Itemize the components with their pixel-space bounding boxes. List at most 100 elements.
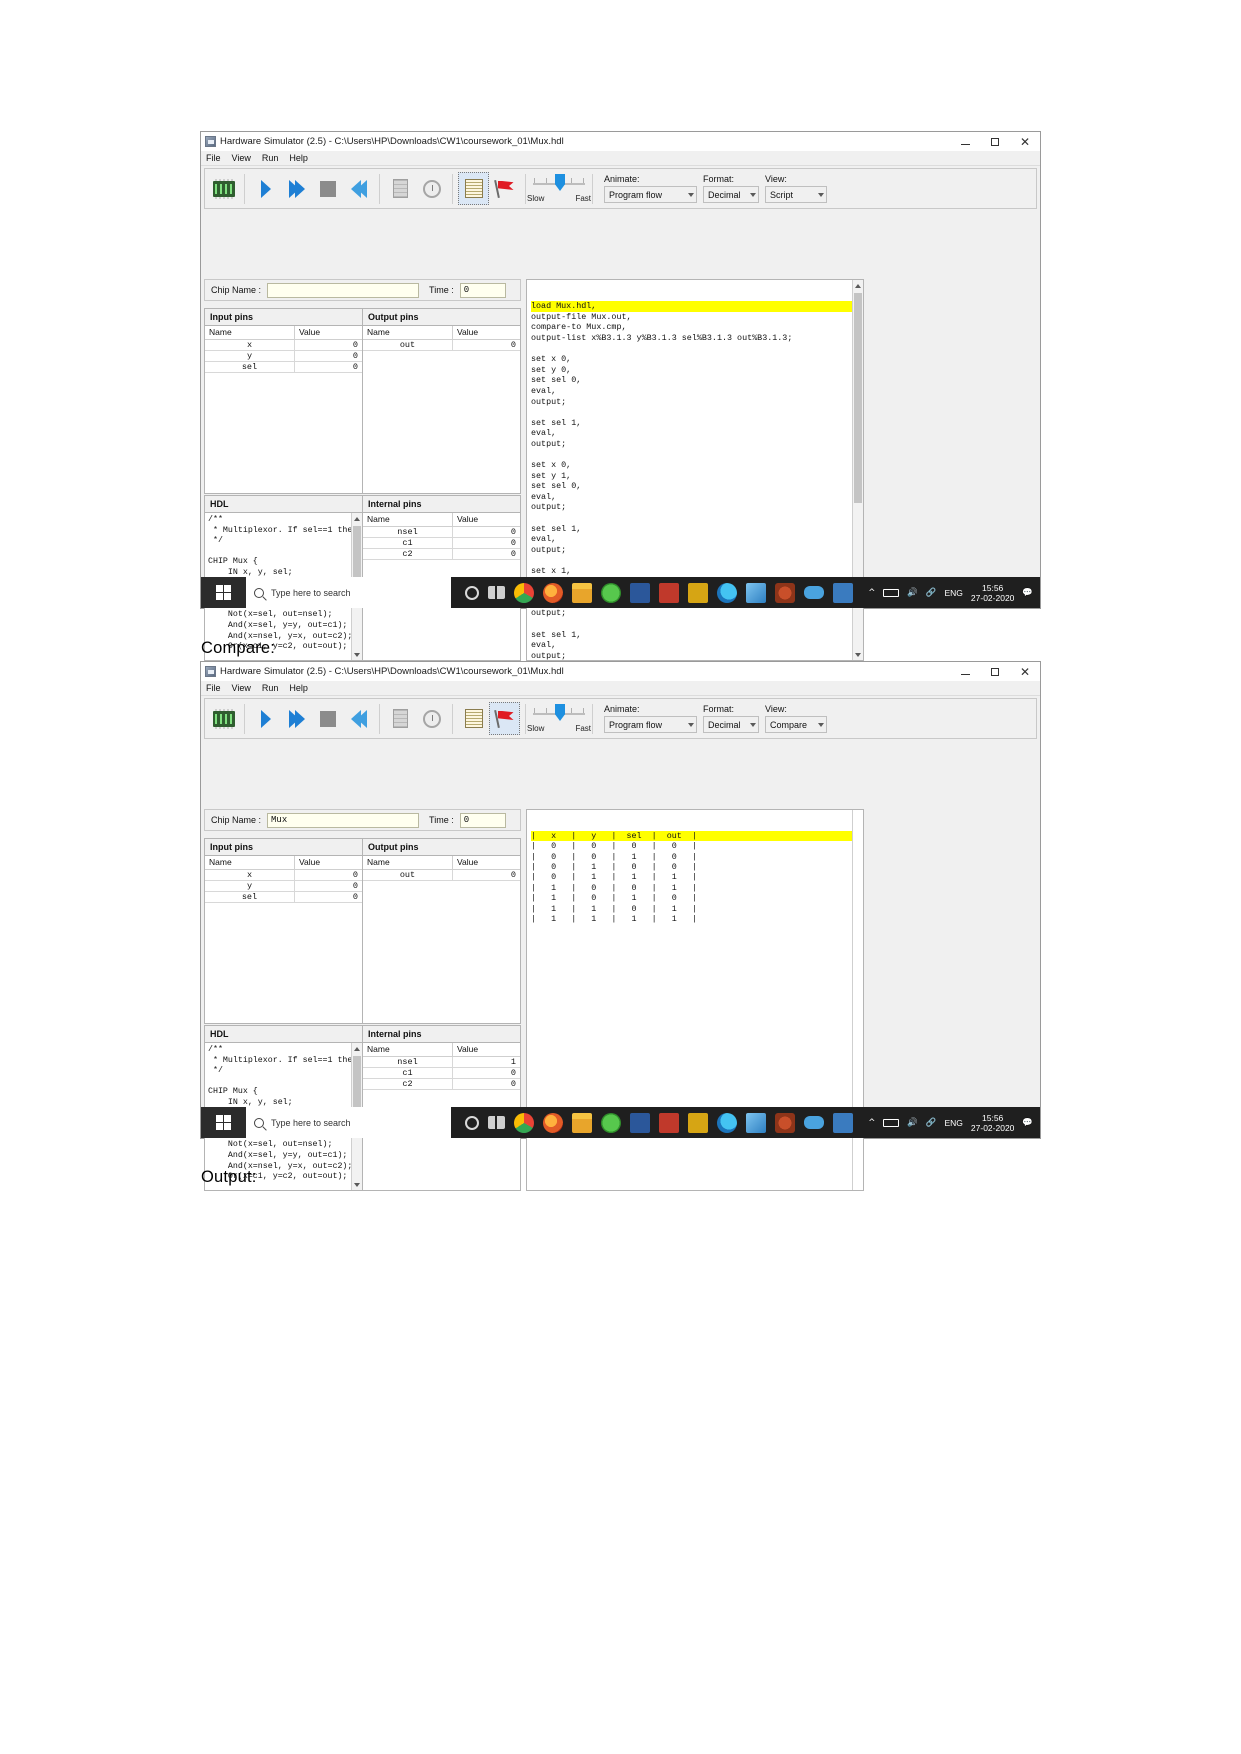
table-row[interactable]: x 0 — [205, 869, 362, 881]
animate-select[interactable]: Program flow — [604, 716, 697, 733]
table-row[interactable]: out 0 — [363, 339, 520, 351]
table-row[interactable]: y 0 — [205, 880, 362, 892]
window-1-titlebar[interactable]: Hardware Simulator (2.5) - C:\Users\HP\D… — [201, 132, 1040, 151]
chip-name-input[interactable] — [267, 282, 420, 298]
memory-button[interactable] — [385, 702, 416, 735]
single-step-button[interactable] — [250, 172, 281, 205]
table-row[interactable]: nsel 0 — [363, 526, 520, 538]
view-select[interactable]: Script — [765, 186, 827, 203]
format-select[interactable]: Decimal — [703, 186, 759, 203]
scroll-down-arrow[interactable] — [853, 649, 863, 660]
table-row[interactable]: y 0 — [205, 350, 362, 362]
adobe-icon[interactable] — [833, 1112, 853, 1133]
compare-table[interactable]: | x | y | sel | out | | 0 | 0 | 0 | 0 | |… — [527, 810, 863, 935]
taskbar-search[interactable]: Type here to search — [246, 1107, 451, 1138]
scroll-down-arrow[interactable] — [352, 1179, 362, 1190]
taskbar-clock[interactable]: 15:56 27-02-2020 — [971, 583, 1014, 603]
format-select[interactable]: Decimal — [703, 716, 759, 733]
pin-value[interactable]: 0 — [294, 880, 362, 892]
view-select[interactable]: Compare — [765, 716, 827, 733]
notifications-icon[interactable]: 💬 — [1022, 588, 1033, 598]
clock-button[interactable] — [416, 702, 447, 735]
scroll-down-arrow[interactable] — [352, 649, 362, 660]
scroll-thumb[interactable] — [854, 293, 862, 503]
script-view-button[interactable] — [458, 172, 489, 205]
settings-icon[interactable] — [775, 1112, 795, 1133]
edge-icon[interactable] — [717, 1112, 737, 1133]
run-button[interactable] — [281, 172, 312, 205]
firefox-icon[interactable] — [543, 1112, 563, 1133]
chrome-icon[interactable] — [514, 1112, 534, 1133]
minimize-button[interactable] — [950, 662, 980, 681]
pin-value[interactable]: 0 — [294, 339, 362, 351]
media-icon[interactable] — [659, 582, 679, 603]
table-row[interactable]: x 0 — [205, 339, 362, 351]
script-view-button[interactable] — [458, 702, 489, 735]
menu-view[interactable]: View — [232, 153, 251, 163]
speed-slider-knob[interactable] — [555, 704, 565, 721]
breakpoint-button[interactable] — [489, 172, 520, 205]
menu-run[interactable]: Run — [262, 153, 279, 163]
notifications-icon[interactable]: 💬 — [1022, 1118, 1033, 1128]
pin-value[interactable]: 0 — [294, 350, 362, 362]
maximize-button[interactable] — [980, 132, 1010, 151]
scroll-up-arrow[interactable] — [352, 1043, 362, 1054]
table-row[interactable]: c2 0 — [363, 1078, 520, 1090]
word-icon[interactable] — [630, 1112, 650, 1133]
table-row[interactable]: c1 0 — [363, 1067, 520, 1079]
scroll-up-arrow[interactable] — [853, 280, 863, 291]
pin-value[interactable]: 0 — [294, 361, 362, 373]
chip-name-input[interactable]: Mux — [267, 812, 420, 828]
menu-help[interactable]: Help — [289, 683, 308, 693]
scroll-thumb[interactable] — [353, 526, 361, 584]
network-icon[interactable]: 🔗 — [926, 1118, 937, 1128]
menu-view[interactable]: View — [232, 683, 251, 693]
start-button[interactable] — [201, 1107, 246, 1138]
taskbar-clock[interactable]: 15:56 27-02-2020 — [971, 1113, 1014, 1133]
file-explorer-icon[interactable] — [572, 582, 592, 603]
onedrive-icon[interactable] — [804, 1116, 824, 1129]
table-row[interactable]: sel 0 — [205, 891, 362, 903]
photos-icon[interactable] — [746, 582, 766, 603]
media-icon[interactable] — [659, 1112, 679, 1133]
browser-globe-icon[interactable] — [601, 1112, 621, 1133]
browser-globe-icon[interactable] — [601, 582, 621, 603]
animate-select[interactable]: Program flow — [604, 186, 697, 203]
speed-slider[interactable]: Slow Fast — [527, 172, 591, 205]
load-chip-button[interactable] — [208, 172, 239, 205]
table-row[interactable]: nsel 1 — [363, 1056, 520, 1068]
load-chip-button[interactable] — [208, 702, 239, 735]
volume-icon[interactable]: 🔊 — [907, 1118, 918, 1128]
clock-button[interactable] — [416, 172, 447, 205]
edge-icon[interactable] — [717, 582, 737, 603]
run-button[interactable] — [281, 702, 312, 735]
stop-button[interactable] — [312, 702, 343, 735]
pin-value[interactable]: 0 — [294, 891, 362, 903]
word-icon[interactable] — [630, 582, 650, 603]
menu-help[interactable]: Help — [289, 153, 308, 163]
task-view-icon[interactable] — [488, 1116, 505, 1129]
language-indicator[interactable]: ENG — [945, 588, 963, 598]
minimize-button[interactable] — [950, 132, 980, 151]
scroll-up-arrow[interactable] — [352, 513, 362, 524]
cortana-icon[interactable] — [465, 1115, 479, 1130]
close-button[interactable]: ✕ — [1010, 132, 1040, 151]
sublime-icon[interactable] — [688, 582, 708, 603]
speed-slider[interactable]: Slow Fast — [527, 702, 591, 735]
firefox-icon[interactable] — [543, 582, 563, 603]
rewind-button[interactable] — [343, 702, 374, 735]
photos-icon[interactable] — [746, 1112, 766, 1133]
menu-run[interactable]: Run — [262, 683, 279, 693]
battery-icon[interactable] — [883, 588, 900, 597]
table-row[interactable]: c2 0 — [363, 548, 520, 560]
pin-value[interactable]: 0 — [294, 869, 362, 881]
stop-button[interactable] — [312, 172, 343, 205]
chevron-up-icon[interactable]: ^ — [868, 1118, 875, 1128]
speed-slider-knob[interactable] — [555, 174, 565, 191]
menu-file[interactable]: File — [206, 153, 221, 163]
task-view-icon[interactable] — [488, 586, 505, 599]
file-explorer-icon[interactable] — [572, 1112, 592, 1133]
battery-icon[interactable] — [883, 1118, 900, 1127]
start-button[interactable] — [201, 577, 246, 608]
close-button[interactable]: ✕ — [1010, 662, 1040, 681]
